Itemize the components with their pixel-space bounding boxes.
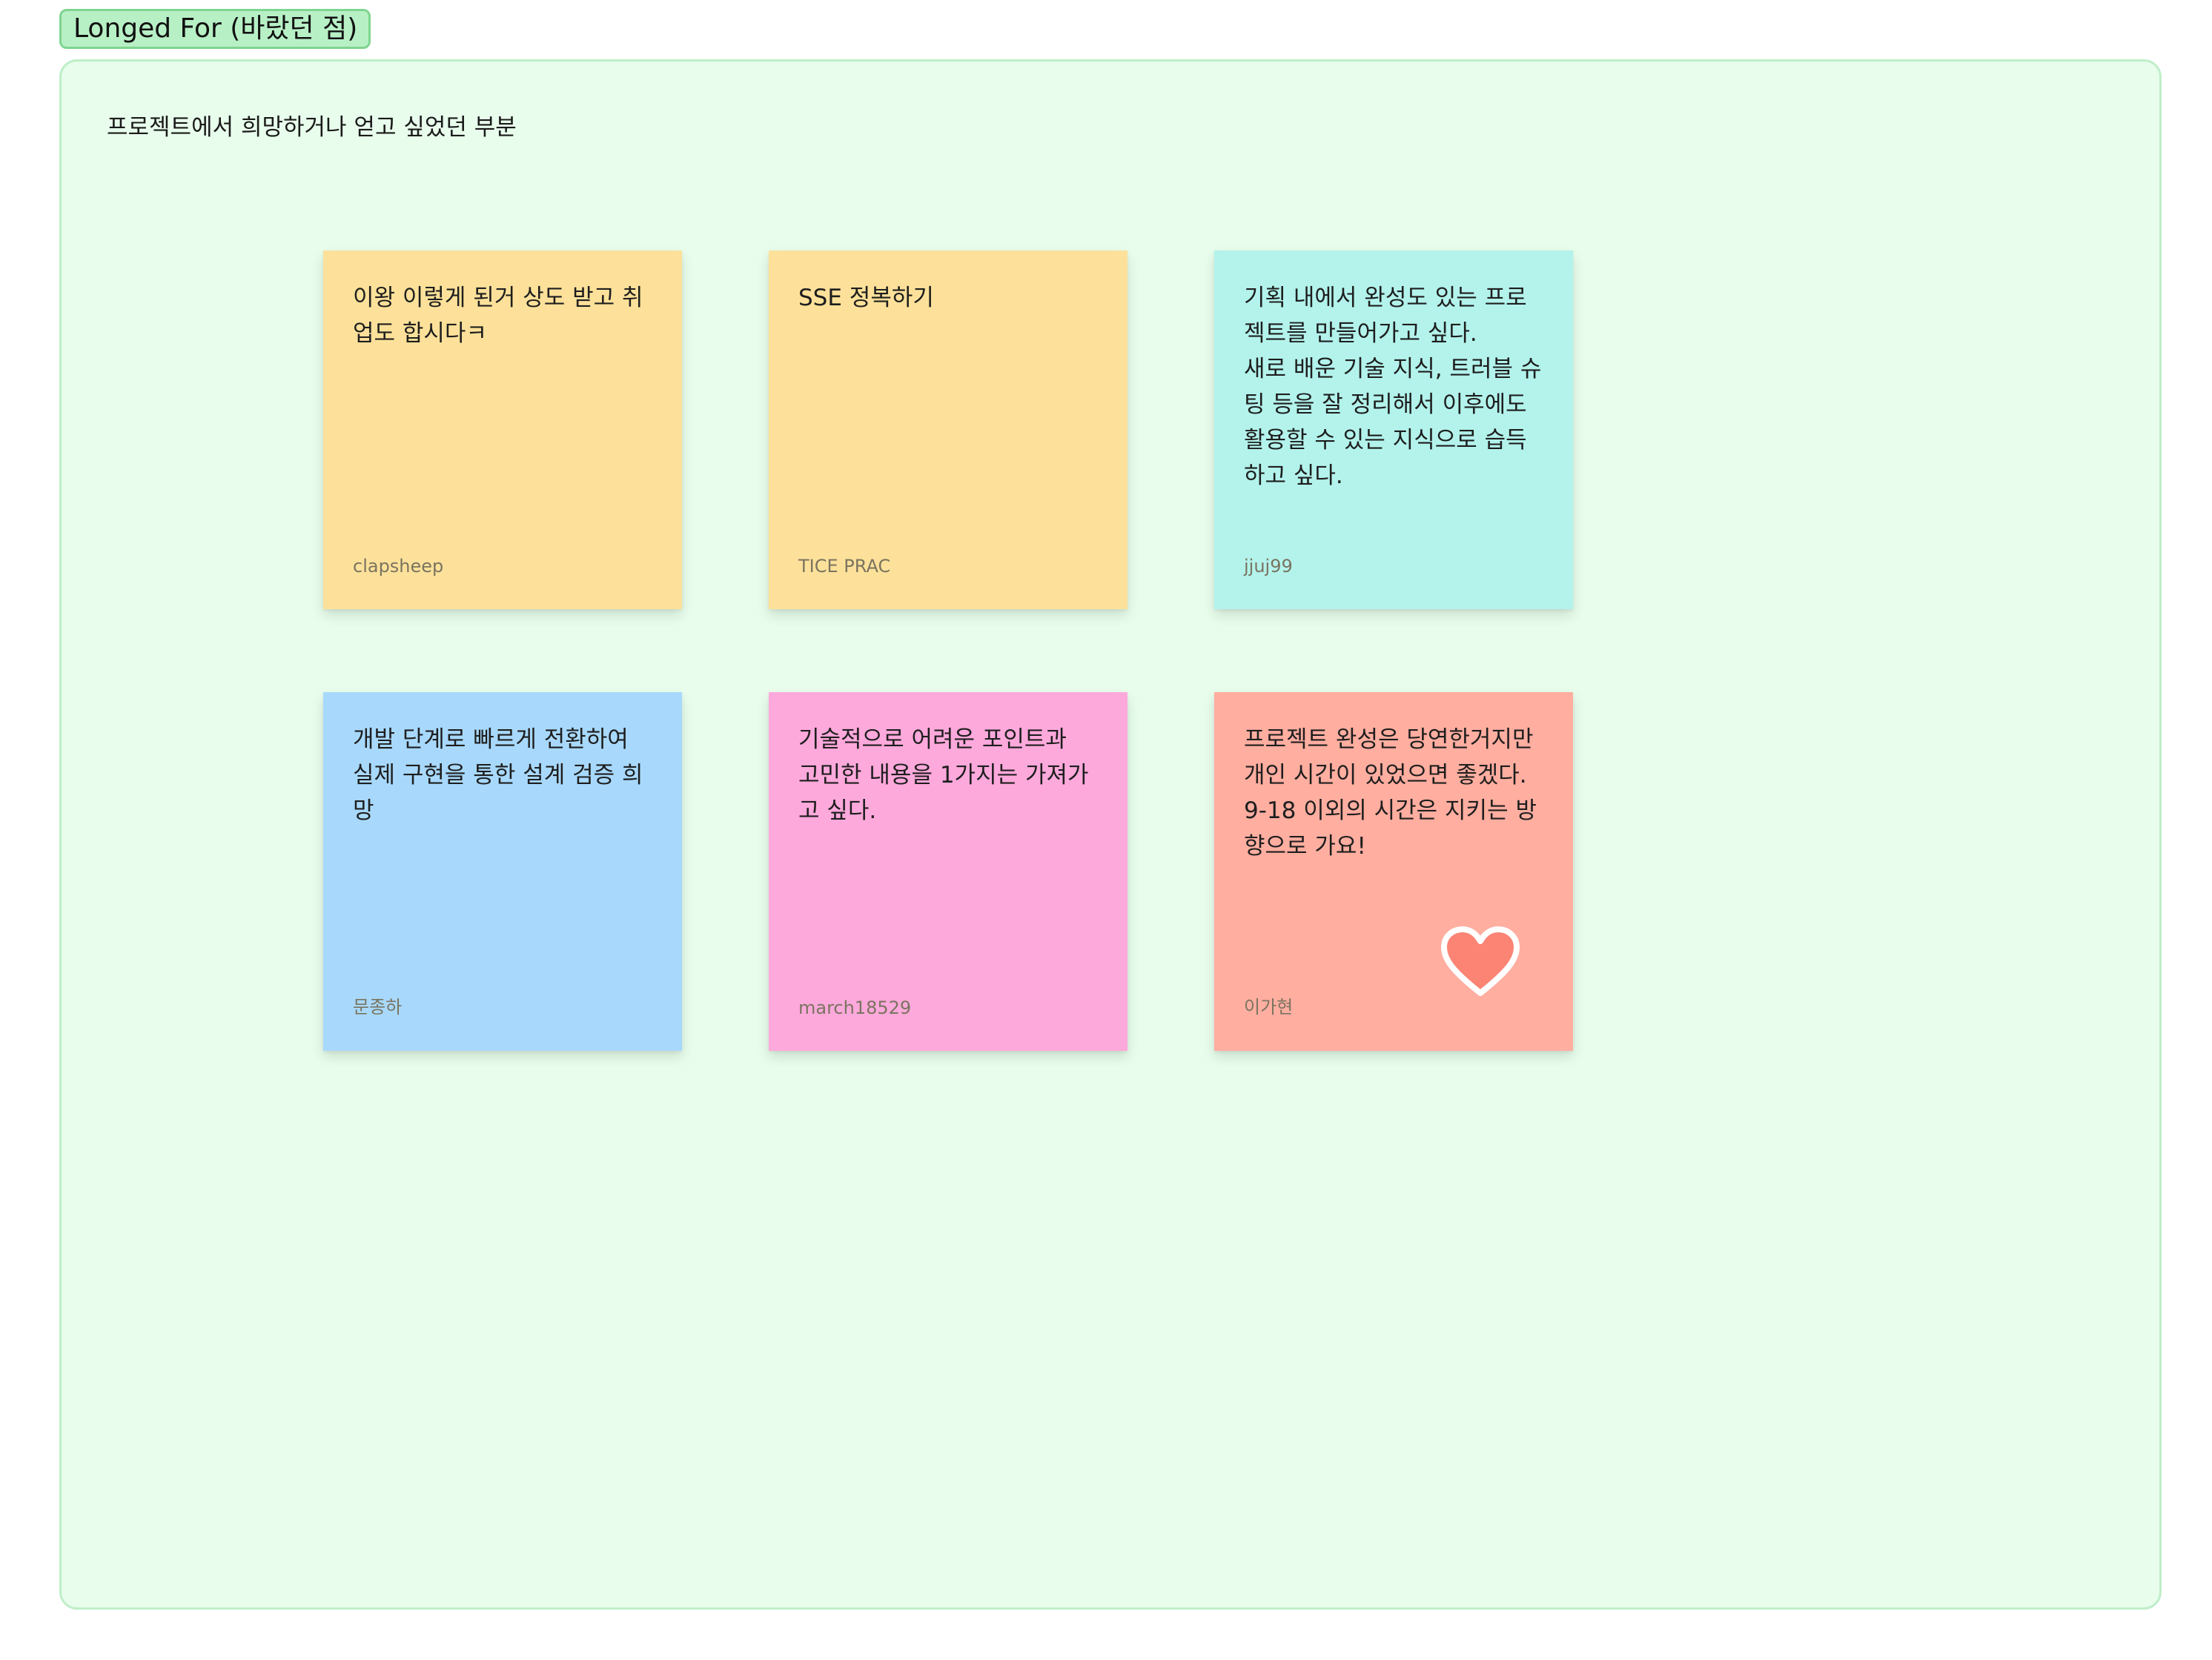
sticky-note-text: SSE 정복하기 — [798, 285, 934, 311]
sticky-note[interactable]: 이왕 이렇게 된거 상도 받고 취 업도 합시다ㅋ clapsheep — [323, 250, 682, 609]
section-title-tag[interactable]: Longed For (바랐던 점) — [59, 9, 371, 49]
heart-icon[interactable] — [1440, 925, 1521, 999]
sticky-note-text: 이왕 이렇게 된거 상도 받고 취 업도 합시다ㅋ — [353, 285, 643, 347]
sticky-note-author: 이가현 — [1244, 997, 1294, 1017]
sticky-note[interactable]: 기획 내에서 완성도 있는 프로 젝트를 만들어가고 싶다. 새로 배운 기술 … — [1214, 250, 1573, 609]
sticky-note-author: clapsheep — [353, 556, 444, 577]
sticky-note[interactable]: 프로젝트 완성은 당연한거지만 개인 시간이 있었으면 좋겠다. 9-18 이외… — [1214, 692, 1573, 1051]
sticky-note-text: 기술적으로 어려운 포인트과 고민한 내용을 1가지는 가져가 고 싶다. — [798, 726, 1089, 824]
sticky-note-author: 문종하 — [353, 997, 403, 1017]
sticky-note-text: 프로젝트 완성은 당연한거지만 개인 시간이 있었으면 좋겠다. 9-18 이외… — [1244, 726, 1537, 860]
sticky-note-text: 개발 단계로 빠르게 전환하여 실제 구현을 통한 설계 검증 희 망 — [353, 726, 643, 824]
sticky-note[interactable]: 기술적으로 어려운 포인트과 고민한 내용을 1가지는 가져가 고 싶다. ma… — [769, 692, 1127, 1051]
sticky-note[interactable]: 개발 단계로 빠르게 전환하여 실제 구현을 통한 설계 검증 희 망 문종하 — [323, 692, 682, 1051]
sticky-note-author: march18529 — [798, 997, 912, 1018]
sticky-note-text: 기획 내에서 완성도 있는 프로 젝트를 만들어가고 싶다. 새로 배운 기술 … — [1244, 285, 1542, 489]
section-description: 프로젝트에서 희망하거나 얻고 싶었던 부분 — [107, 114, 517, 141]
sticky-note-author: TICE PRAC — [798, 556, 891, 577]
sticky-note[interactable]: SSE 정복하기 TICE PRAC — [769, 250, 1127, 609]
sticky-note-author: jjuj99 — [1244, 556, 1293, 577]
